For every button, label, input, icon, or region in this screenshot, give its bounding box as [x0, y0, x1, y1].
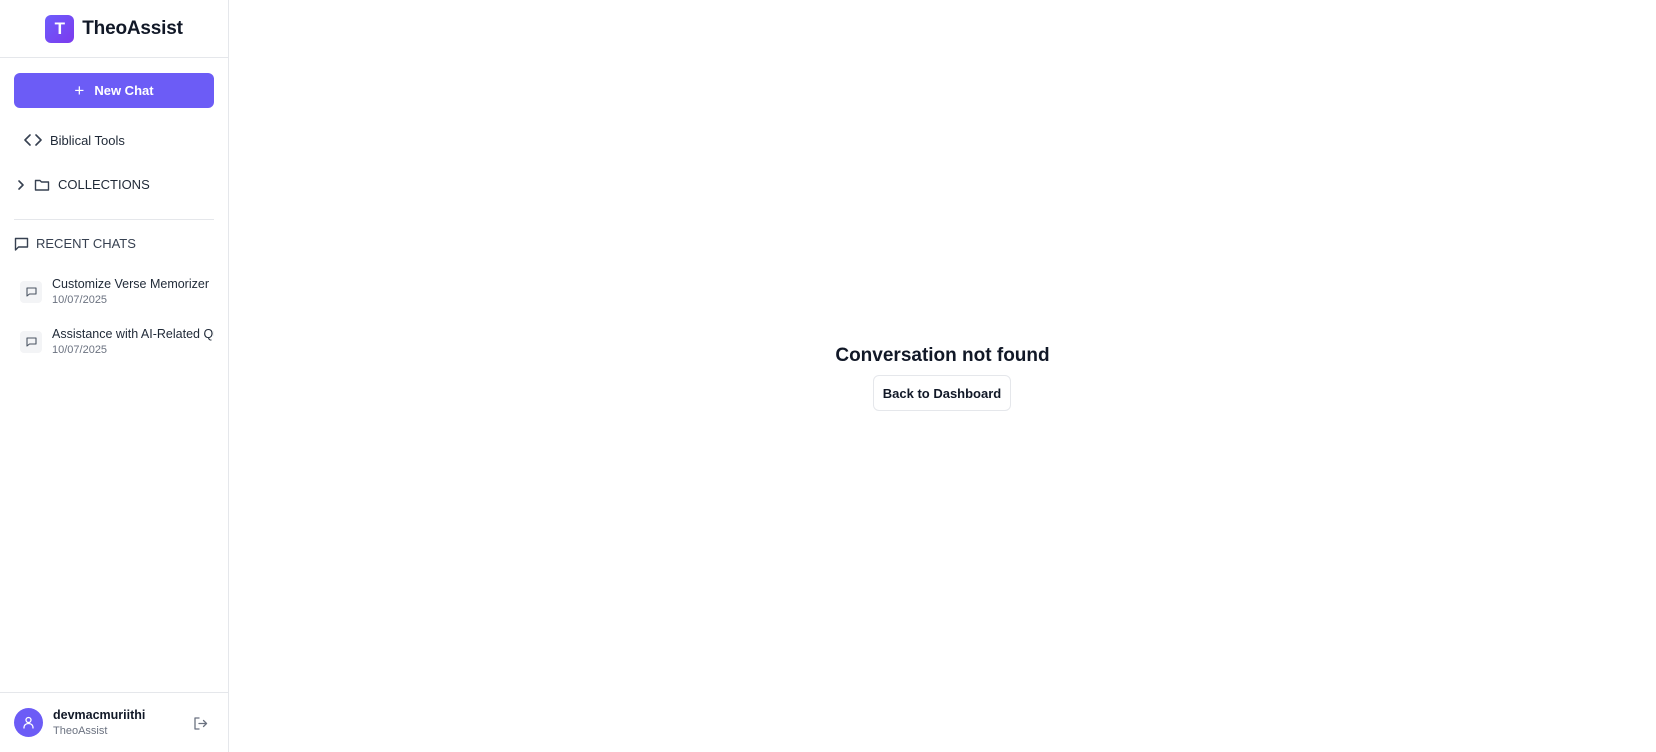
- collections-label: COLLECTIONS: [58, 177, 150, 192]
- brand-name: TheoAssist: [82, 17, 183, 39]
- app-shell: T TheoAssist + New Chat Biblical Tools C…: [0, 0, 1656, 752]
- recent-chats-header: RECENT CHATS: [14, 236, 136, 251]
- recent-chat-item[interactable]: Customize Verse Memorizer 10/07/2025: [20, 275, 214, 315]
- collections-toggle[interactable]: COLLECTIONS: [16, 177, 150, 192]
- chat-bubble-icon: [20, 331, 42, 353]
- user-subtitle: TheoAssist: [53, 725, 108, 737]
- new-chat-label: New Chat: [94, 83, 154, 98]
- recent-chats-label: RECENT CHATS: [36, 236, 136, 251]
- brand-logo: T: [45, 14, 75, 43]
- sidebar-item-biblical-tools[interactable]: Biblical Tools: [24, 132, 125, 148]
- sidebar-item-label: Biblical Tools: [50, 132, 125, 148]
- chevron-right-icon: [18, 179, 24, 190]
- brand-header[interactable]: T TheoAssist: [0, 0, 228, 58]
- avatar[interactable]: [14, 708, 43, 737]
- chat-date: 10/07/2025: [52, 294, 108, 306]
- main-content: Conversation not found Back to Dashboard: [229, 0, 1656, 752]
- sidebar: T TheoAssist + New Chat Biblical Tools C…: [0, 0, 229, 752]
- user-name: devmacmuriithi: [53, 708, 146, 722]
- folder-icon: [34, 179, 50, 191]
- sidebar-divider: [14, 219, 214, 220]
- plus-icon: +: [74, 81, 85, 100]
- recent-chat-item[interactable]: Assistance with AI-Related Qu 10/07/2025: [20, 325, 214, 365]
- logout-icon[interactable]: [193, 716, 208, 731]
- back-to-dashboard-button[interactable]: Back to Dashboard: [873, 375, 1011, 411]
- new-chat-button[interactable]: + New Chat: [14, 73, 214, 108]
- user-footer: devmacmuriithi TheoAssist: [0, 692, 228, 752]
- user-icon: [23, 716, 34, 729]
- chat-title: Customize Verse Memorizer: [52, 277, 209, 291]
- code-icon: [24, 134, 42, 146]
- chat-date: 10/07/2025: [52, 344, 108, 356]
- message-icon: [14, 237, 29, 251]
- chat-bubble-icon: [20, 281, 42, 303]
- not-found-message: Conversation not found: [835, 345, 1050, 366]
- chat-title: Assistance with AI-Related Qu: [52, 327, 214, 341]
